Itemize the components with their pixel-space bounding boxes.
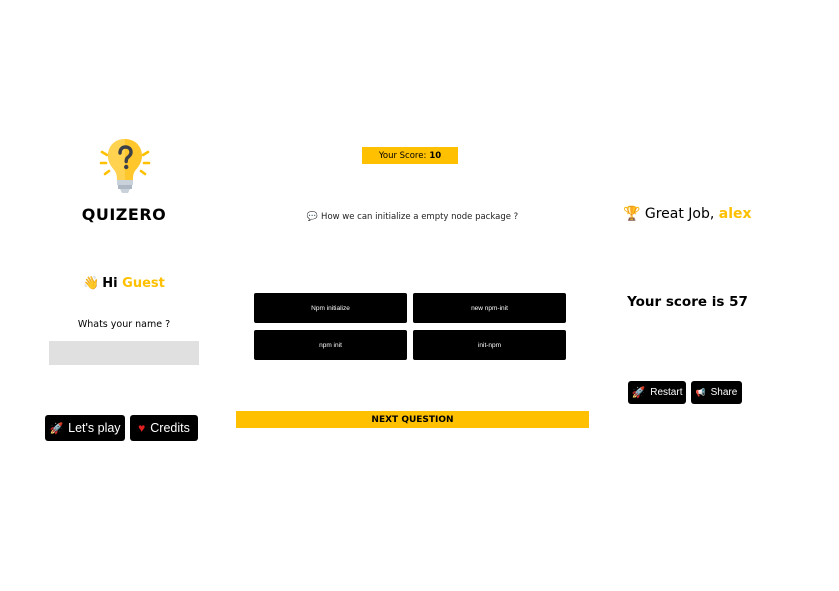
megaphone-icon: 📢 [695, 388, 706, 397]
lets-play-button[interactable]: 🚀 Let's play [45, 415, 125, 441]
lightbulb-question-icon [99, 139, 151, 193]
answer-option-3[interactable]: npm init [254, 330, 407, 360]
share-button[interactable]: 📢 Share [691, 381, 742, 404]
rocket-icon: 🚀 [49, 422, 64, 435]
rocket-icon: 🚀 [631, 387, 646, 399]
next-question-button[interactable]: NEXT QUESTION [236, 411, 589, 428]
trophy-icon: 🏆 [623, 206, 641, 222]
credits-button[interactable]: ♥ Credits [130, 415, 198, 441]
score-value: 10 [429, 150, 442, 161]
answer-option-1[interactable]: Npm initialize [254, 293, 407, 323]
heart-icon: ♥ [138, 421, 146, 435]
name-input[interactable] [49, 341, 199, 365]
greeting-hi: Hi [102, 276, 118, 291]
score-badge: Your Score: 10 [362, 147, 458, 164]
greeting: 👋 Hi Guest [60, 276, 188, 291]
restart-label: Restart [650, 387, 683, 398]
quiz-app: QUIZERO 👋 Hi Guest Whats your name ? 🚀 Le… [0, 0, 839, 591]
great-job-text: Great Job, [644, 206, 715, 222]
great-job-heading: 🏆 Great Job, alex [620, 206, 755, 222]
restart-button[interactable]: 🚀 Restart [628, 381, 686, 404]
app-title: QUIZERO [81, 205, 167, 224]
answer-option-4[interactable]: init-npm [413, 330, 566, 360]
answer-option-2[interactable]: new npm-init [413, 293, 566, 323]
name-label: Whats your name ? [77, 319, 171, 330]
question-text-row: 💬 How we can initialize a empty node pack… [236, 212, 589, 222]
credits-label: Credits [150, 421, 190, 435]
score-label: Your Score: [378, 150, 427, 161]
waving-hand-icon: 👋 [83, 276, 100, 291]
question-text: How we can initialize a empty node packa… [321, 212, 519, 222]
lets-play-label: Let's play [68, 421, 121, 435]
result-username: alex [718, 206, 752, 222]
final-score-text: Your score is 57 [627, 294, 748, 310]
share-label: Share [710, 387, 738, 398]
speech-bubble-icon: 💬 [306, 212, 319, 222]
greeting-guest-name: Guest [122, 276, 165, 291]
